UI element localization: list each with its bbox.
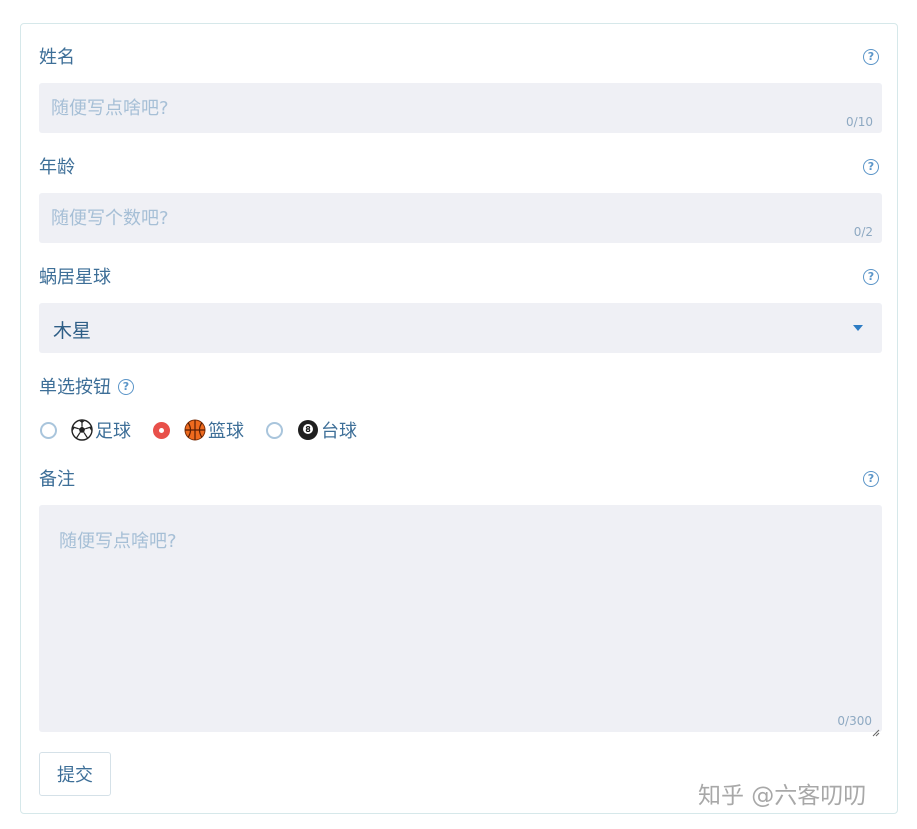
svg-text:8: 8 <box>305 425 311 434</box>
radio-button[interactable] <box>40 421 57 439</box>
help-icon[interactable]: ? <box>863 269 879 285</box>
name-counter: 0/10 <box>846 115 873 129</box>
planet-select[interactable]: 木星 <box>39 303 882 353</box>
billiard-8-ball-icon: 8 <box>297 419 319 441</box>
help-icon[interactable]: ? <box>863 49 879 65</box>
age-counter: 0/2 <box>853 225 873 239</box>
radio-option-billiards[interactable]: 8 台球 <box>266 417 357 443</box>
age-input[interactable] <box>51 193 811 243</box>
radio-option-basketball[interactable]: 篮球 <box>153 417 244 443</box>
radio-group-label: 单选按钮 <box>39 377 111 398</box>
radio-button[interactable] <box>266 421 283 439</box>
name-label: 姓名 <box>39 47 75 68</box>
help-icon[interactable]: ? <box>863 471 879 487</box>
age-field: 0/2 <box>39 193 882 243</box>
radio-option-label: 足球 <box>95 421 131 442</box>
radio-group: 足球 篮球 8 台球 <box>40 416 379 444</box>
radio-button[interactable] <box>153 421 170 439</box>
age-label: 年龄 <box>39 157 75 178</box>
caret-down-icon <box>853 325 863 331</box>
radio-option-label: 台球 <box>321 421 357 442</box>
name-field: 0/10 <box>39 83 882 133</box>
help-icon[interactable]: ? <box>863 159 879 175</box>
remark-label: 备注 <box>39 469 75 490</box>
name-input[interactable] <box>51 83 811 133</box>
radio-option-soccer[interactable]: 足球 <box>40 417 131 443</box>
resize-handle-icon[interactable] <box>872 722 880 737</box>
radio-option-label: 篮球 <box>208 421 244 442</box>
remark-counter: 0/300 <box>837 714 872 728</box>
remark-textarea[interactable] <box>59 527 859 707</box>
soccer-ball-icon <box>71 419 93 441</box>
planet-label: 蜗居星球 <box>39 267 111 288</box>
submit-button[interactable]: 提交 <box>39 752 111 796</box>
basketball-icon <box>184 419 206 441</box>
planet-select-value: 木星 <box>53 320 92 342</box>
help-icon[interactable]: ? <box>118 379 134 395</box>
watermark: 知乎 @六客叨叨 <box>698 783 867 809</box>
remark-field: 0/300 <box>39 505 882 737</box>
